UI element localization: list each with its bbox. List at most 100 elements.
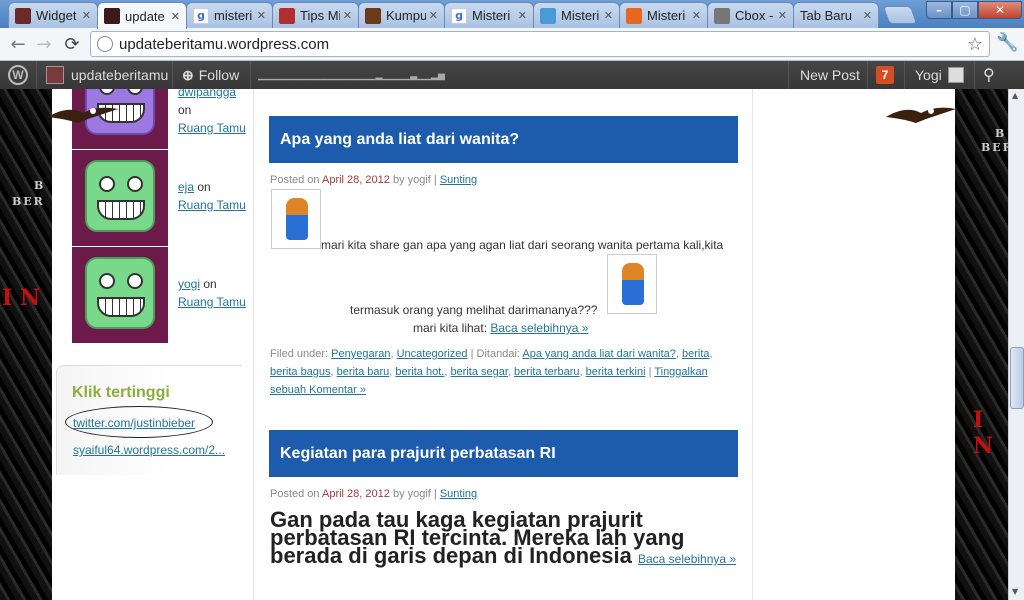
browser-tab[interactable]: Widget ✕ — [8, 2, 98, 28]
post-body-text: Gan pada tau kaga kegiatan prajurit perb… — [270, 507, 685, 568]
user-menu[interactable]: Yogi — [915, 61, 964, 89]
back-button[interactable]: ← — [6, 32, 30, 56]
browser-tab[interactable]: Cbox - l✕ — [707, 2, 794, 28]
posted-on-label: Posted on — [270, 488, 320, 500]
wrench-menu-icon[interactable]: 🔧 — [996, 32, 1018, 53]
post-title-link[interactable]: Apa yang anda liat dari wanita? — [280, 131, 519, 149]
edit-post-link[interactable]: Sunting — [440, 488, 477, 500]
reload-button[interactable]: ⟳ — [60, 32, 84, 56]
read-more-link[interactable]: Baca selebihnya » — [490, 321, 588, 335]
url-input[interactable] — [119, 35, 967, 53]
notification-count-badge: 7 — [876, 66, 894, 84]
vertical-scrollbar[interactable]: ▲ ▼ — [1008, 89, 1024, 600]
edit-post-link[interactable]: Sunting — [440, 174, 477, 186]
tag-link[interactable]: berita hot. — [395, 366, 444, 378]
tag-link[interactable]: berita bagus — [270, 366, 331, 378]
recent-comment-item: eja on Ruang Tamu — [72, 150, 252, 247]
category-link[interactable]: Uncategorized — [397, 348, 468, 360]
maximize-button[interactable]: ▢ — [952, 1, 978, 19]
minimize-button[interactable]: – — [926, 1, 952, 19]
comment-target-link[interactable]: Ruang Tamu — [178, 295, 246, 309]
tag-link[interactable]: berita terkini — [586, 366, 646, 378]
left-background-decoration: B BER I N — [0, 89, 52, 600]
post-categories-tags: Filed under: Penyegaran, Uncategorized |… — [270, 348, 713, 396]
tab-title: Misteri — [647, 8, 686, 23]
comment-author-link[interactable]: dwipangga — [178, 89, 236, 99]
main-content: Apa yang anda liat dari wanita? Posted o… — [253, 89, 753, 600]
close-tab-icon[interactable]: ✕ — [604, 9, 613, 22]
follow-button[interactable]: ⊕ Follow — [182, 61, 239, 89]
tag-link[interactable]: berita — [682, 348, 710, 360]
post-date-link[interactable]: April 28, 2012 — [322, 488, 390, 500]
tab-title: Tab Baru — [800, 8, 853, 23]
globe-icon — [97, 36, 113, 52]
close-tab-icon[interactable]: ✕ — [429, 9, 438, 22]
close-tab-icon[interactable]: ✕ — [257, 9, 266, 22]
post-body-text: mari kita share gan apa yang agan liat d… — [321, 238, 724, 252]
post-date-link[interactable]: April 28, 2012 — [322, 174, 390, 186]
tag-link[interactable]: berita baru — [337, 366, 390, 378]
post-body-text: termasuk orang yang melihat darimananya?… — [350, 303, 598, 317]
tab-favicon — [714, 7, 730, 24]
blog-page: dwipangga on Ruang Tamu eja on Ruang Tam… — [52, 89, 955, 600]
tab-favicon — [15, 7, 31, 24]
tab-title: Tips Mi — [300, 8, 340, 23]
close-tab-icon[interactable]: ✕ — [778, 9, 787, 22]
bookmark-star-icon[interactable]: ☆ — [967, 34, 983, 55]
scrollbar-thumb[interactable] — [1010, 347, 1024, 409]
reload-icon: ⟳ — [64, 33, 80, 55]
close-tab-icon[interactable]: ✕ — [343, 9, 352, 22]
close-tab-icon[interactable]: ✕ — [82, 9, 91, 22]
browser-tab[interactable]: Tab Baru ✕ — [793, 2, 879, 28]
tag-link[interactable]: berita segar — [450, 366, 507, 378]
forward-button[interactable]: → — [32, 32, 56, 56]
eagle-decoration — [886, 107, 956, 123]
page-viewport: B BER I N B BER I N dwipangga on Ruang T… — [0, 89, 1008, 600]
browser-tab[interactable]: Kumpul ✕ — [358, 2, 445, 28]
comment-on-label: on — [197, 180, 211, 194]
browser-tab[interactable]: Misteri ✕ — [533, 2, 620, 28]
address-bar[interactable]: ☆ — [90, 31, 990, 57]
read-more-link[interactable]: Baca selebihnya » — [638, 552, 736, 566]
category-link[interactable]: Penyegaran — [331, 348, 390, 360]
notifications-button[interactable]: 7 — [876, 61, 894, 89]
comment-target-link[interactable]: Ruang Tamu — [178, 198, 246, 212]
close-tab-icon[interactable]: ✕ — [863, 9, 872, 22]
comment-author-link[interactable]: eja — [178, 180, 194, 194]
new-tab-button[interactable] — [882, 6, 918, 24]
tab-strip: Widget ✕ update ✕ g misteri ✕ Tips Mi ✕ Kumpul ✕ g M… — [0, 0, 1024, 29]
browser-tab[interactable]: update ✕ — [97, 2, 187, 29]
stats-sparkline[interactable]: ▁▁▁▁▁▁▁▁▁▁▁▁▁▁▁▁▁▂▁▁▁▁▃▁▁▂▅ — [258, 61, 445, 89]
comment-author-link[interactable]: yogi — [178, 277, 200, 291]
close-tab-icon[interactable]: ✕ — [518, 9, 527, 22]
browser-tab[interactable]: Tips Mi ✕ — [272, 2, 359, 28]
wordpress-logo-icon[interactable]: W — [8, 65, 28, 85]
post-meta: Posted on April 28, 2012 by yogif | Sunt… — [270, 488, 477, 500]
tab-favicon — [626, 7, 642, 24]
blog-name-link[interactable]: updateberitamu — [46, 61, 168, 89]
browser-tab[interactable]: g Misteri ✕ — [444, 2, 534, 28]
close-tab-icon[interactable]: ✕ — [692, 9, 701, 22]
close-tab-icon[interactable]: ✕ — [171, 10, 180, 23]
tab-favicon — [540, 7, 556, 24]
new-post-label: New Post — [800, 67, 860, 83]
recent-comment-item: yogi on Ruang Tamu — [72, 247, 252, 344]
top-clicks-widget: Klik tertinggi twitter.com/justinbieber … — [56, 365, 242, 475]
browser-tab[interactable]: g misteri ✕ — [186, 2, 273, 28]
post-title-link[interactable]: Kegiatan para prajurit perbatasan RI — [280, 445, 556, 463]
blog-favicon — [46, 66, 64, 84]
close-window-button[interactable]: ✕ — [978, 1, 1022, 19]
tab-title: misteri — [214, 8, 253, 23]
browser-toolbar: ← → ⟳ ☆ 🔧 — [0, 28, 1024, 61]
tag-link[interactable]: berita terbaru — [514, 366, 579, 378]
new-post-button[interactable]: New Post — [800, 61, 860, 89]
top-click-link[interactable]: twitter.com/justinbieber — [73, 416, 195, 430]
search-icon[interactable]: ⚲ — [983, 61, 995, 89]
browser-tab[interactable]: Misteri ✕ — [619, 2, 708, 28]
post-meta: Posted on April 28, 2012 by yogif | Sunt… — [270, 174, 477, 186]
user-avatar — [947, 67, 964, 83]
post-title-bar: Apa yang anda liat dari wanita? — [269, 116, 738, 163]
comment-target-link[interactable]: Ruang Tamu — [178, 121, 246, 135]
top-click-link[interactable]: syaiful64.wordpress.com/2... — [73, 443, 225, 457]
tag-link[interactable]: Apa yang anda liat dari wanita? — [522, 348, 676, 360]
